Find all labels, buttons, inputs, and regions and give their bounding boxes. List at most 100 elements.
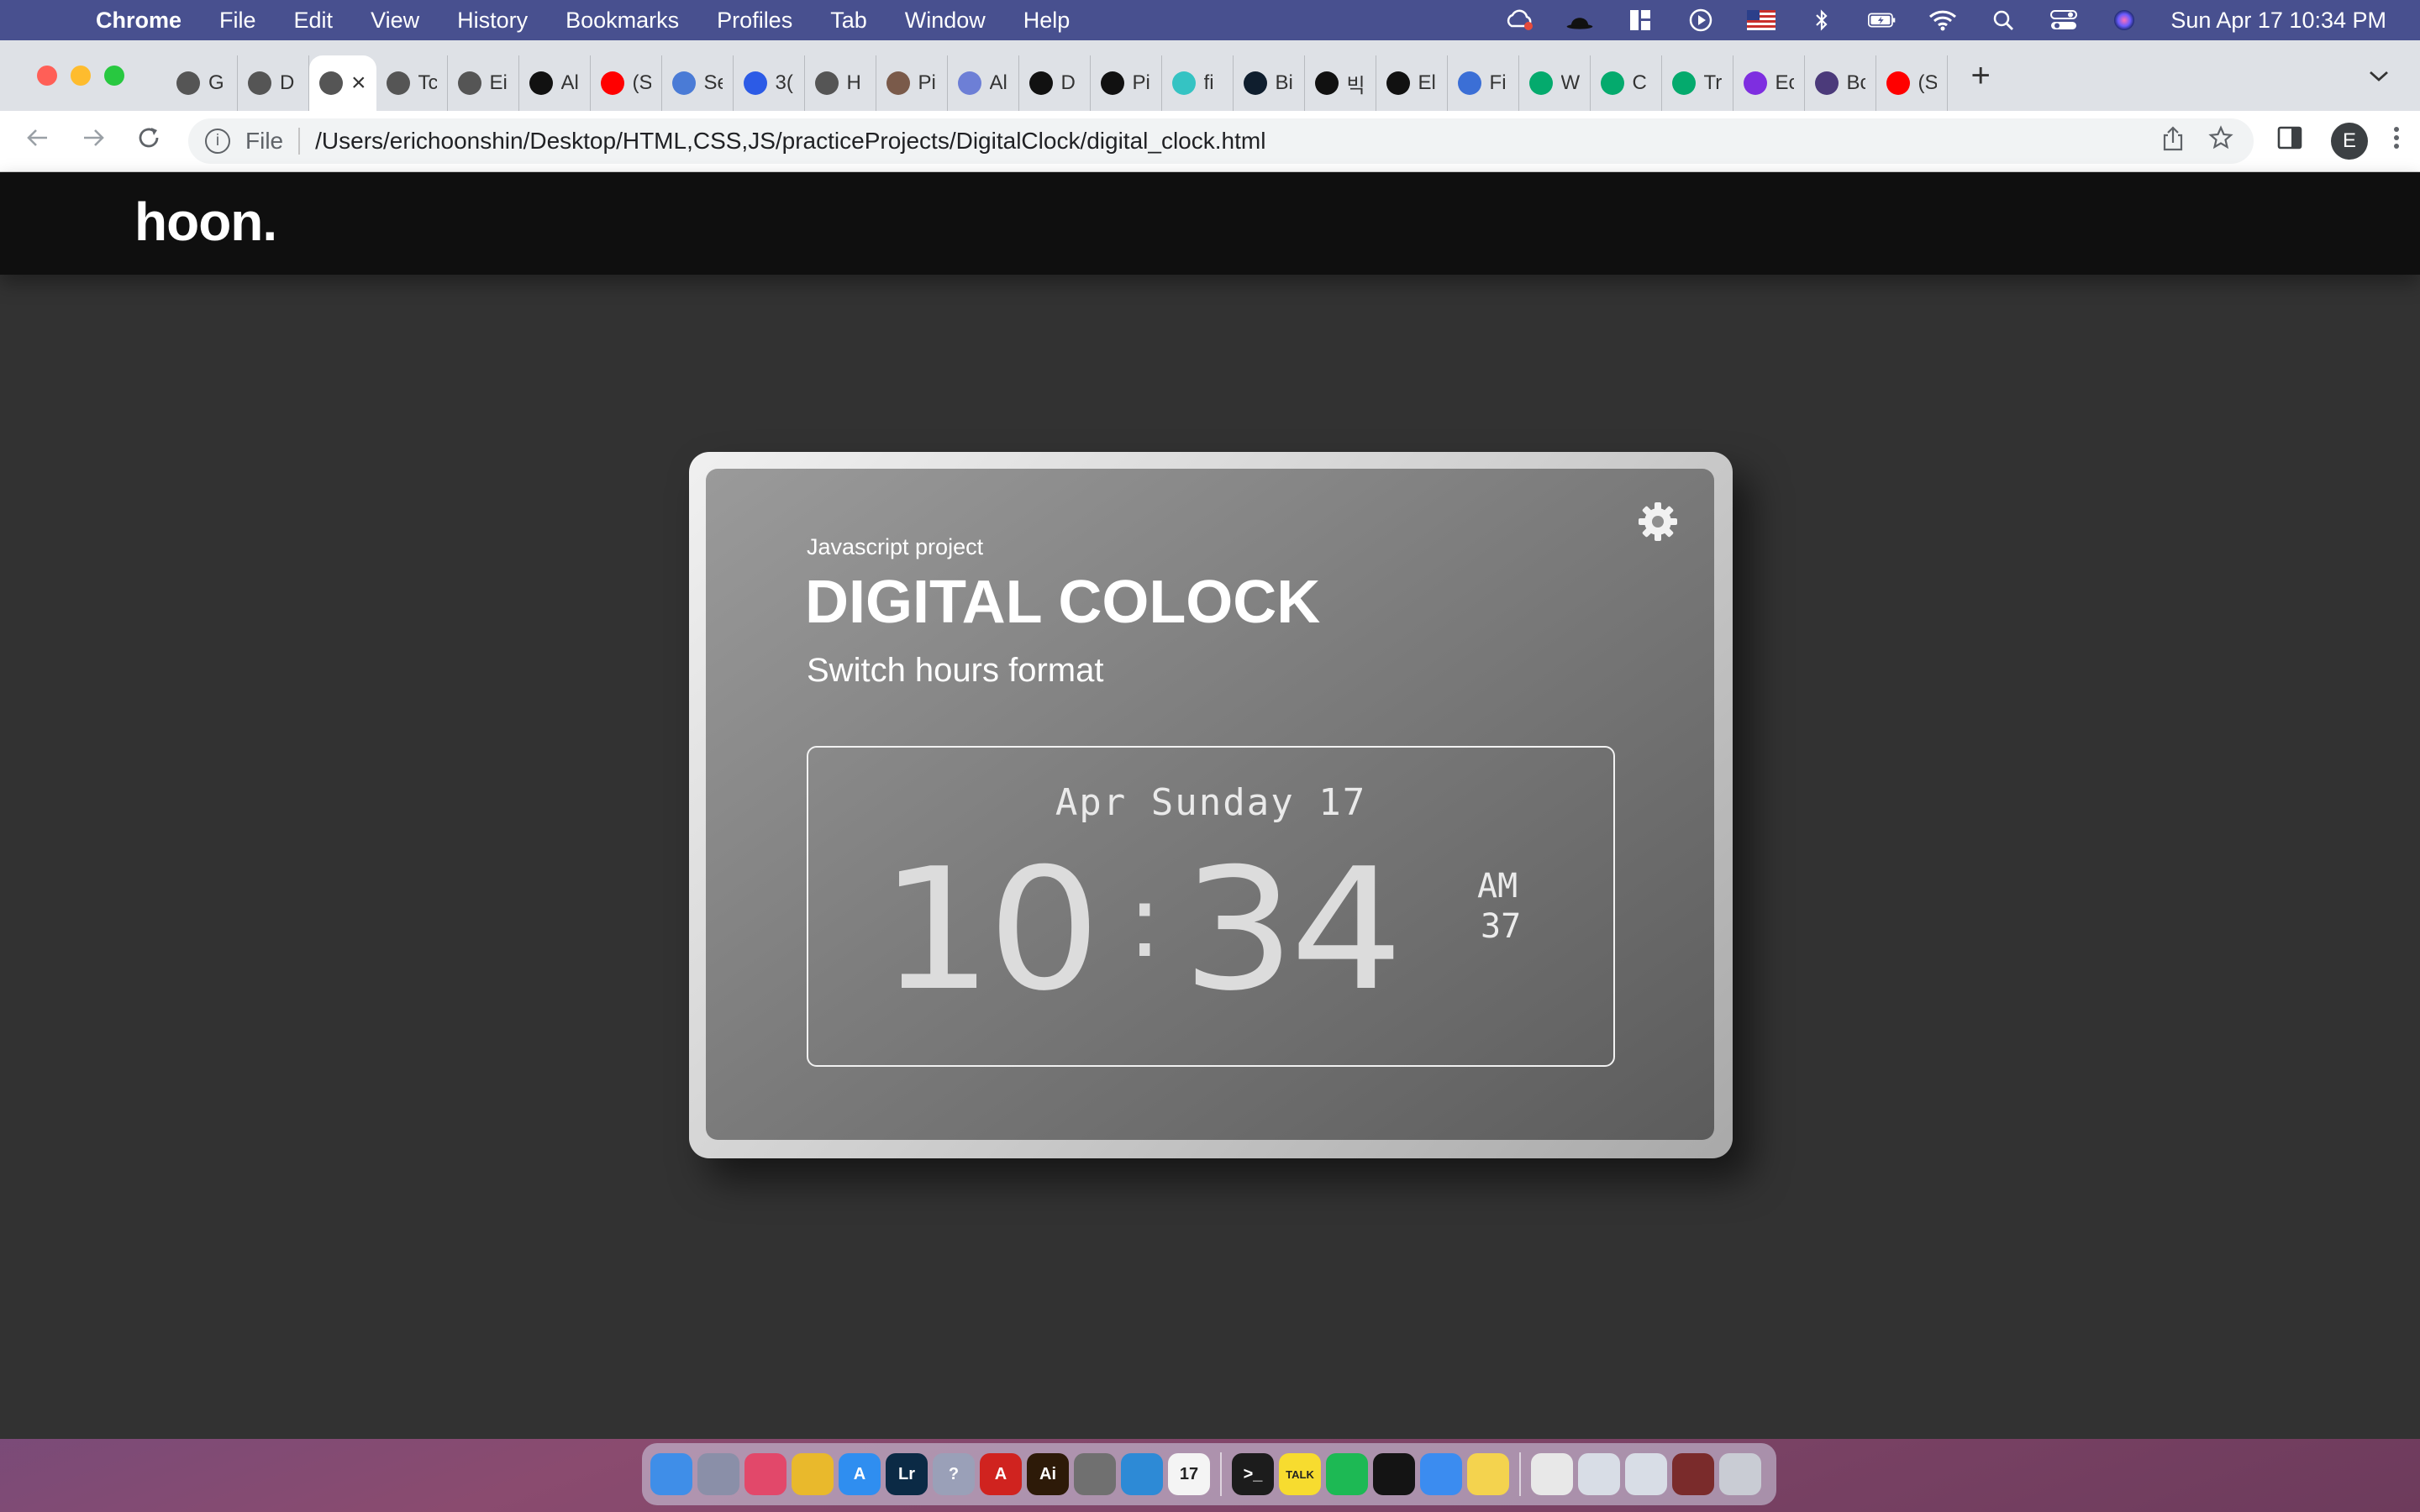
browser-tab[interactable]: H — [805, 55, 876, 111]
dock-chrome-icon[interactable] — [792, 1453, 834, 1495]
dock-calendar-icon[interactable]: 17 — [1168, 1453, 1210, 1495]
youtube-icon — [600, 71, 624, 95]
menu-history[interactable]: History — [457, 8, 528, 34]
site-header: hoon. — [0, 172, 2420, 275]
play-circle-icon[interactable] — [1686, 8, 1715, 32]
dock-photo-booth-icon[interactable] — [1672, 1453, 1714, 1495]
dock-illustrator-icon[interactable]: Ai — [1027, 1453, 1069, 1495]
dock-creative-cloud-icon[interactable] — [744, 1453, 786, 1495]
browser-tab[interactable]: Bi — [1234, 55, 1305, 111]
url-text[interactable]: /Users/erichoonshin/Desktop/HTML,CSS,JS/… — [315, 128, 1265, 155]
dock-screenshot-1-icon[interactable] — [1578, 1453, 1620, 1495]
battery-icon[interactable] — [1868, 8, 1897, 32]
browser-tab[interactable]: × — [309, 55, 376, 111]
tab-search-chevron-icon[interactable] — [2368, 63, 2390, 89]
dock-spotify-icon[interactable] — [1326, 1453, 1368, 1495]
wifi-icon[interactable] — [1928, 8, 1957, 32]
bookmark-star-icon[interactable] — [2208, 125, 2233, 157]
browser-tab[interactable]: Pi — [876, 55, 948, 111]
dock-system-preferences-icon[interactable] — [1074, 1453, 1116, 1495]
menu-help[interactable]: Help — [1023, 8, 1071, 34]
browser-tab[interactable]: D — [1019, 55, 1091, 111]
dock-help-icon[interactable]: ? — [933, 1453, 975, 1495]
siri-icon[interactable] — [2110, 8, 2139, 32]
browser-tab[interactable]: (S — [591, 55, 662, 111]
browser-tab[interactable]: fi — [1162, 55, 1234, 111]
globe-icon — [176, 71, 200, 95]
dock-screenshot-2-icon[interactable] — [1625, 1453, 1667, 1495]
dock-mail-icon[interactable] — [1420, 1453, 1462, 1495]
forward-button[interactable] — [66, 125, 121, 157]
zoom-window-button[interactable] — [104, 66, 124, 86]
browser-tab[interactable]: Al — [519, 55, 591, 111]
menu-file[interactable]: File — [219, 8, 256, 34]
dock-terminal-icon[interactable]: >_ — [1232, 1453, 1274, 1495]
spotlight-search-icon[interactable] — [1989, 8, 2018, 32]
switch-format-button[interactable]: Switch hours format — [807, 652, 1103, 690]
browser-tab[interactable]: Bc — [1805, 55, 1876, 111]
address-bar[interactable]: i File /Users/erichoonshin/Desktop/HTML,… — [188, 118, 2254, 164]
site-logo[interactable]: hoon. — [134, 191, 277, 253]
reload-button[interactable] — [121, 125, 176, 157]
close-tab-icon[interactable]: × — [351, 69, 366, 97]
browser-tab[interactable]: Ei — [448, 55, 519, 111]
bluetooth-icon[interactable] — [1807, 8, 1836, 32]
browser-tab[interactable]: El — [1376, 55, 1448, 111]
bars-icon — [529, 71, 553, 95]
dock-kakaotalk-icon[interactable]: TALK — [1279, 1453, 1321, 1495]
bowler-hat-icon[interactable] — [1565, 8, 1594, 32]
browser-tab[interactable]: Fi — [1448, 55, 1519, 111]
browser-tab[interactable]: (S — [1876, 55, 1948, 111]
menubar-clock[interactable]: Sun Apr 17 10:34 PM — [2170, 8, 2386, 34]
browser-tab[interactable]: W — [1519, 55, 1591, 111]
menu-tab[interactable]: Tab — [830, 8, 867, 34]
dock-finder-icon[interactable] — [650, 1453, 692, 1495]
us-flag-icon[interactable] — [1747, 8, 1776, 32]
dock-notes-icon[interactable] — [1467, 1453, 1509, 1495]
menu-window[interactable]: Window — [905, 8, 986, 34]
site-info-icon[interactable]: i — [205, 129, 230, 154]
menu-profiles[interactable]: Profiles — [717, 8, 792, 34]
browser-tab[interactable]: 3( — [734, 55, 805, 111]
dock-doc-file-icon[interactable] — [1531, 1453, 1573, 1495]
settings-gear-icon[interactable] — [1637, 501, 1679, 543]
chrome-menu-icon[interactable] — [2393, 125, 2400, 158]
share-icon[interactable] — [2163, 125, 2183, 157]
browser-tab[interactable]: 빅 — [1305, 55, 1376, 111]
browser-tab[interactable]: Tr — [1662, 55, 1733, 111]
browser-tab[interactable]: C — [1591, 55, 1662, 111]
close-window-button[interactable] — [37, 66, 57, 86]
side-panel-icon[interactable] — [2277, 126, 2302, 156]
browser-tab[interactable]: D — [238, 55, 309, 111]
menu-bookmarks[interactable]: Bookmarks — [566, 8, 679, 34]
dock-acrobat-icon[interactable]: A — [980, 1453, 1022, 1495]
clock-ampm: AM — [1477, 867, 1518, 906]
tab-title: Al — [989, 71, 1007, 94]
browser-tab[interactable]: Pi — [1091, 55, 1162, 111]
tab-title: Ec — [1775, 71, 1794, 94]
creative-cloud-status-icon[interactable] — [1505, 8, 1534, 32]
globe-icon — [248, 71, 271, 95]
dock-app-store-icon[interactable]: A — [839, 1453, 881, 1495]
dock-trash-icon[interactable] — [1719, 1453, 1761, 1495]
dock-vscode-icon[interactable] — [1121, 1453, 1163, 1495]
control-center-icon[interactable] — [2049, 8, 2078, 32]
browser-tab[interactable]: Se — [662, 55, 734, 111]
menu-view[interactable]: View — [371, 8, 419, 34]
dock-iterm-icon[interactable] — [1373, 1453, 1415, 1495]
browser-tab[interactable]: Tc — [376, 55, 448, 111]
browser-tab[interactable]: Ec — [1733, 55, 1805, 111]
minimize-window-button[interactable] — [71, 66, 91, 86]
profile-avatar[interactable]: E — [2331, 123, 2368, 160]
dock-lightroom-icon[interactable]: Lr — [886, 1453, 928, 1495]
clock-hours: 10 — [879, 832, 1101, 1028]
browser-tab[interactable]: Al — [948, 55, 1019, 111]
a-logo-icon — [1028, 71, 1053, 95]
back-button[interactable] — [10, 125, 66, 157]
menu-app-name[interactable]: Chrome — [96, 8, 182, 34]
window-layout-icon[interactable] — [1626, 8, 1655, 32]
dock-launchpad-icon[interactable] — [697, 1453, 739, 1495]
new-tab-button[interactable]: + — [1971, 57, 1991, 95]
browser-tab[interactable]: G — [166, 55, 238, 111]
menu-edit[interactable]: Edit — [294, 8, 334, 34]
